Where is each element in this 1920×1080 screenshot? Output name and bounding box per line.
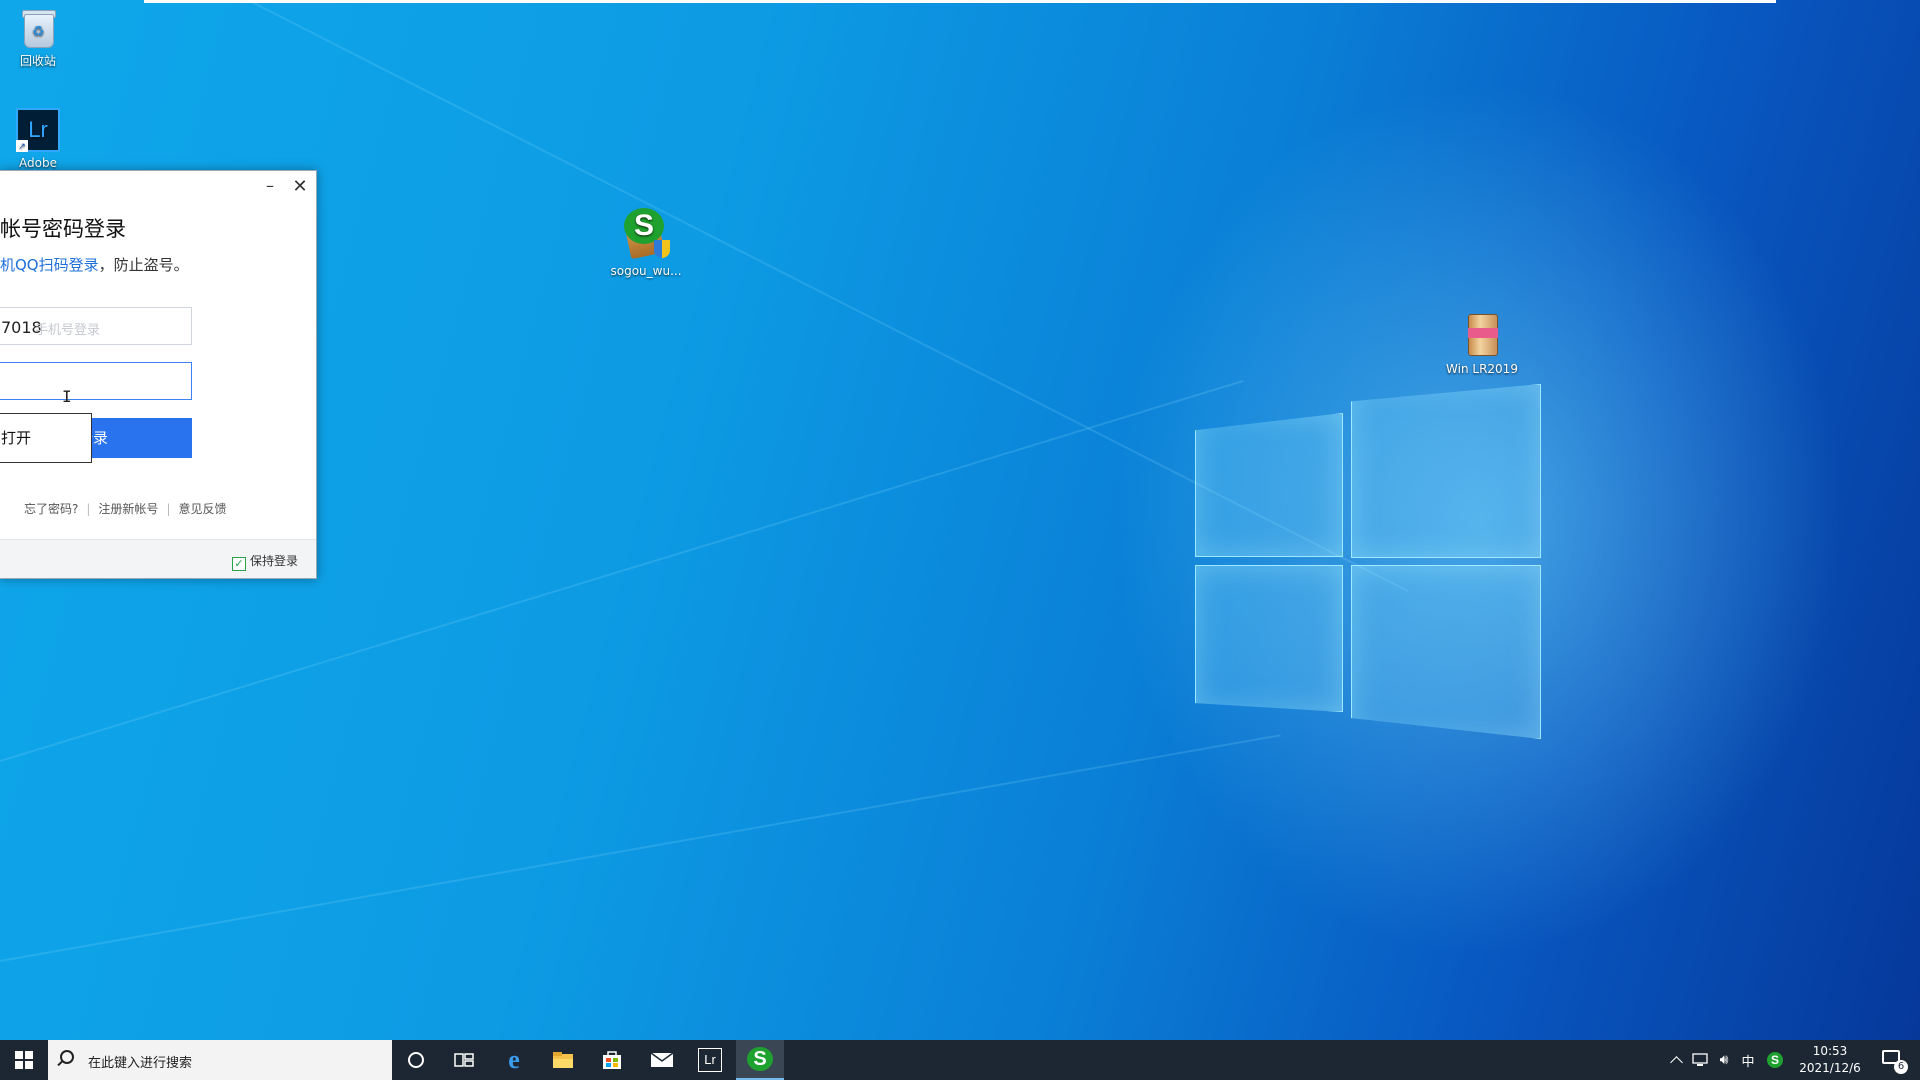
desktop-icon-win-lr2019[interactable]: Win LR2019 [1436, 312, 1528, 376]
desktop-icon-lightroom[interactable]: Lr ↗ Adobe [0, 108, 84, 170]
desktop-icon-label: Win LR2019 [1446, 362, 1518, 376]
forgot-password-link[interactable]: 忘了密码? [24, 502, 78, 516]
task-view-button[interactable] [440, 1040, 488, 1080]
recycle-bin-icon: ♻ [20, 8, 56, 48]
sogou-tray-icon: S [1767, 1052, 1783, 1068]
taskbar-lightroom[interactable]: Lr [686, 1040, 734, 1080]
chevron-up-icon [1669, 1056, 1683, 1069]
close-button[interactable]: ✕ [288, 175, 312, 199]
sogou-taskbar-icon: S [747, 1047, 773, 1071]
cortana-circle-icon [408, 1052, 424, 1068]
store-bag-icon [603, 1051, 621, 1069]
lightroom-icon: Lr ↗ [16, 108, 60, 152]
taskbar-file-explorer[interactable] [539, 1040, 587, 1080]
cortana-button[interactable] [392, 1040, 440, 1080]
mail-icon [650, 1052, 674, 1067]
input-method-button[interactable]: 中 [1736, 1040, 1760, 1080]
minimize-button[interactable]: – [258, 175, 282, 199]
top-edge-bar [144, 0, 1776, 3]
clock-time: 10:53 [1812, 1044, 1848, 1058]
search-placeholder: 在此键入进行搜索 [88, 1056, 193, 1071]
task-view-icon [454, 1053, 474, 1067]
desktop-icon-label: Adobe [19, 156, 57, 170]
search-icon [60, 1050, 74, 1064]
taskbar-mail[interactable] [638, 1040, 686, 1080]
notification-count-badge: 6 [1894, 1060, 1908, 1074]
start-button[interactable] [0, 1040, 48, 1080]
clock-date: 2021/12/6 [1799, 1061, 1861, 1075]
desktop-icon-label: sogou_wu... [610, 264, 682, 278]
password-input[interactable] [0, 362, 192, 400]
qr-login-link[interactable]: 机QQ扫码登录 [0, 256, 99, 274]
sogou-installer-icon: S [620, 208, 672, 260]
checkmark-icon: ✓ [231, 557, 246, 571]
taskbar-clock[interactable]: 10:53 2021/12/6 [1790, 1043, 1870, 1077]
taskbar-store[interactable] [588, 1040, 636, 1080]
register-link[interactable]: 注册新帐号 [98, 502, 158, 516]
keep-login-checkbox[interactable]: ✓ 保持登录 [231, 552, 298, 571]
taskbar-search-box[interactable]: 在此键入进行搜索 [48, 1040, 392, 1080]
archive-icon [1464, 312, 1500, 358]
footer-links: 忘了密码? | 注册新帐号 | 意见反馈 [24, 500, 227, 517]
login-subtitle-text: ，防止盗号。 [98, 256, 189, 274]
qq-login-window: – ✕ 帐号密码登录 机QQ扫码登录，防止盗号。 7018 手机号登录 I 登录… [0, 170, 317, 579]
volume-button[interactable]: 🔊︎ [1712, 1040, 1736, 1080]
text-cursor-icon: I [62, 387, 72, 406]
open-popup[interactable]: 打开 [0, 413, 92, 463]
show-hidden-icons-button[interactable] [1664, 1040, 1688, 1080]
desktop-icon-label: 回收站 [19, 54, 56, 68]
action-center-button[interactable]: 6 [1872, 1040, 1912, 1080]
account-input[interactable]: 7018 手机号登录 [0, 307, 192, 345]
shortcut-arrow-icon: ↗ [16, 140, 28, 152]
account-placeholder: 手机号登录 [35, 323, 101, 338]
sogou-tray-button[interactable]: S [1762, 1040, 1788, 1080]
network-button[interactable] [1688, 1040, 1712, 1080]
login-subtitle: 机QQ扫码登录，防止盗号。 [0, 254, 189, 275]
edge-icon: e [508, 1045, 520, 1074]
speaker-icon: 🔊︎ [1719, 1052, 1729, 1068]
divider: | [166, 502, 171, 516]
desktop-icon-sogou[interactable]: S sogou_wu... [600, 208, 692, 278]
desktop[interactable]: ♻ 回收站 Lr ↗ Adobe S sogou_wu... Win LR2019… [0, 0, 1920, 1040]
lightroom-taskbar-icon: Lr [698, 1048, 722, 1072]
network-monitor-icon [1692, 1053, 1708, 1066]
taskbar: 在此键入进行搜索 e Lr S 🔊︎ 中 S 10:53 2021/12/6 6 [0, 1040, 1920, 1080]
login-footer: ✓ 保持登录 [0, 539, 316, 578]
feedback-link[interactable]: 意见反馈 [178, 502, 226, 516]
taskbar-sogou[interactable]: S [736, 1040, 784, 1080]
login-title: 帐号密码登录 [0, 217, 126, 241]
folder-icon [553, 1052, 573, 1068]
keep-login-label: 保持登录 [249, 554, 298, 568]
divider: | [86, 502, 91, 516]
desktop-icon-recycle-bin[interactable]: ♻ 回收站 [0, 8, 84, 69]
windows-start-icon [15, 1051, 33, 1069]
taskbar-edge[interactable]: e [490, 1040, 538, 1080]
